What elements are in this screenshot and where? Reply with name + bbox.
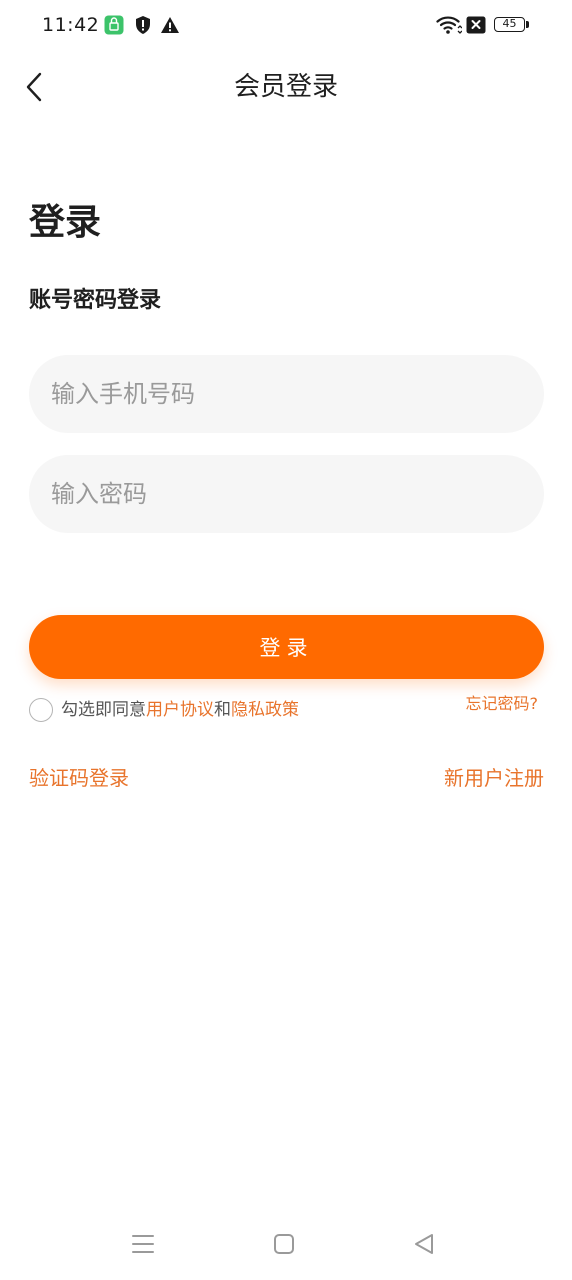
phone-input[interactable] bbox=[29, 355, 544, 433]
forgot-password-link[interactable]: 忘记密码? bbox=[466, 693, 539, 715]
system-menu-button[interactable] bbox=[128, 1228, 158, 1260]
user-agreement-link[interactable]: 用户协议 bbox=[146, 700, 214, 720]
system-home-button[interactable] bbox=[269, 1228, 299, 1260]
status-bar: 11:42 45 bbox=[0, 0, 572, 52]
login-heading: 登录 bbox=[29, 202, 102, 243]
home-icon bbox=[274, 1234, 294, 1254]
chevron-left-icon bbox=[26, 72, 42, 102]
password-field-container bbox=[29, 455, 544, 533]
wifi-icon bbox=[436, 15, 463, 39]
app-notification-icon bbox=[104, 15, 124, 39]
sms-code-login-link[interactable]: 验证码登录 bbox=[29, 764, 129, 792]
system-back-button[interactable] bbox=[410, 1228, 440, 1260]
back-button[interactable] bbox=[18, 68, 54, 106]
battery-icon: 45 bbox=[494, 17, 525, 32]
phone-field-container bbox=[29, 355, 544, 433]
warning-icon bbox=[160, 15, 180, 39]
menu-icon bbox=[132, 1235, 154, 1253]
new-user-register-link[interactable]: 新用户注册 bbox=[444, 764, 544, 792]
agreement-text: 勾选即同意用户协议和隐私政策 bbox=[61, 698, 299, 722]
agreement-checkbox[interactable] bbox=[29, 698, 53, 722]
agreement-prefix: 勾选即同意 bbox=[61, 700, 146, 720]
shield-icon bbox=[134, 15, 152, 39]
page-title: 会员登录 bbox=[233, 72, 338, 102]
status-time: 11:42 bbox=[42, 14, 100, 36]
login-button[interactable]: 登录 bbox=[29, 615, 544, 679]
login-screen: 11:42 45 会员登录 登录 账号密码登录 输入手机号码 登录 勾选即同意用… bbox=[0, 0, 572, 1280]
account-password-login-heading: 账号密码登录 bbox=[29, 288, 162, 313]
password-input[interactable] bbox=[29, 455, 544, 533]
battery-tip bbox=[526, 21, 529, 28]
agreement-and: 和 bbox=[214, 700, 231, 720]
back-triangle-icon bbox=[415, 1234, 433, 1254]
sim-disabled-icon bbox=[466, 16, 486, 38]
privacy-policy-link[interactable]: 隐私政策 bbox=[231, 700, 299, 720]
